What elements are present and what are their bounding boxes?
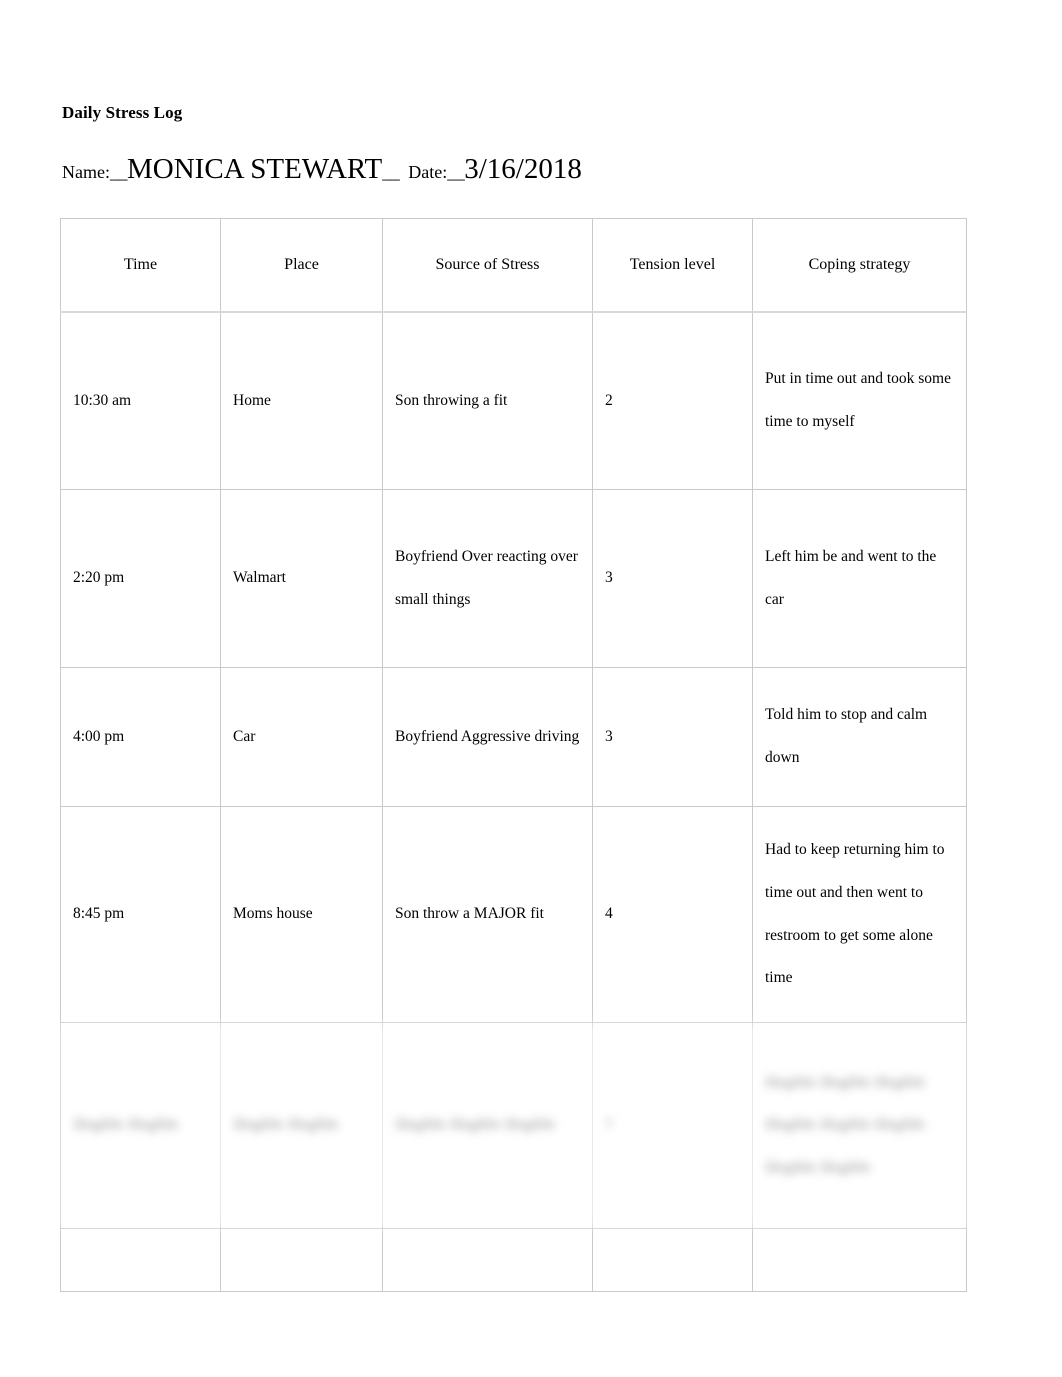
cell-tension[interactable]: 4 bbox=[592, 806, 753, 1023]
cell-coping[interactable]: Had to keep returning him to time out an… bbox=[752, 806, 967, 1023]
cell-tension[interactable] bbox=[592, 1228, 753, 1292]
cell-place[interactable]: Moms house bbox=[220, 806, 383, 1023]
column-header-place: Place bbox=[220, 218, 383, 313]
table-row[interactable]: 10:30 am Home Son throwing a fit 2 Put i… bbox=[60, 311, 967, 490]
cell-place[interactable]: illegible illegible bbox=[220, 1022, 383, 1229]
name-value[interactable]: MONICA STEWART bbox=[127, 155, 382, 184]
cell-coping[interactable]: illegible illegible illegible illegible … bbox=[752, 1022, 967, 1229]
name-date-field-row: Name: __ MONICA STEWART __ Date: __ 3/16/2018 bbox=[62, 155, 582, 184]
table-row[interactable]: 4:00 pm Car Boyfriend Aggressive driving… bbox=[60, 667, 967, 807]
table-row[interactable]: 8:45 pm Moms house Son throw a MAJOR fit… bbox=[60, 806, 967, 1023]
date-value[interactable]: 3/16/2018 bbox=[464, 155, 582, 184]
cell-coping[interactable]: Put in time out and took some time to my… bbox=[752, 311, 967, 490]
page-title: Daily Stress Log bbox=[62, 103, 183, 122]
column-header-time: Time bbox=[60, 218, 221, 313]
cell-time[interactable]: illegible illegible bbox=[60, 1022, 221, 1229]
column-header-source: Source of Stress bbox=[382, 218, 593, 313]
cell-place[interactable]: Car bbox=[220, 667, 383, 807]
cell-coping[interactable] bbox=[752, 1228, 967, 1292]
cell-tension[interactable]: 3 bbox=[592, 489, 753, 668]
daily-stress-log-table: Time Place Source of Stress Tension leve… bbox=[60, 218, 967, 1292]
column-header-tension: Tension level bbox=[592, 218, 753, 313]
cell-time[interactable]: 4:00 pm bbox=[60, 667, 221, 807]
cell-place[interactable]: Home bbox=[220, 311, 383, 490]
cell-source[interactable] bbox=[382, 1228, 593, 1292]
cell-time[interactable]: 8:45 pm bbox=[60, 806, 221, 1023]
cell-coping[interactable]: Told him to stop and calm down bbox=[752, 667, 967, 807]
name-rule-right: __ bbox=[382, 162, 400, 182]
cell-source[interactable]: Boyfriend Over reacting over small thing… bbox=[382, 489, 593, 668]
column-header-coping: Coping strategy bbox=[752, 218, 967, 313]
cell-place[interactable] bbox=[220, 1228, 383, 1292]
date-label: Date: bbox=[408, 162, 448, 182]
cell-source[interactable]: Son throwing a fit bbox=[382, 311, 593, 490]
cell-place[interactable]: Walmart bbox=[220, 489, 383, 668]
table-row-redacted[interactable]: illegible illegible illegible illegible … bbox=[60, 1022, 967, 1229]
cell-source[interactable]: Boyfriend Aggressive driving bbox=[382, 667, 593, 807]
table-header-row: Time Place Source of Stress Tension leve… bbox=[60, 218, 967, 313]
table-row-empty[interactable] bbox=[60, 1228, 967, 1292]
name-label: Name: bbox=[62, 162, 110, 182]
cell-source[interactable]: illegible illegible illegible bbox=[382, 1022, 593, 1229]
cell-coping[interactable]: Left him be and went to the car bbox=[752, 489, 967, 668]
cell-tension[interactable]: ? bbox=[592, 1022, 753, 1229]
cell-time[interactable]: 2:20 pm bbox=[60, 489, 221, 668]
cell-tension[interactable]: 2 bbox=[592, 311, 753, 490]
cell-tension[interactable]: 3 bbox=[592, 667, 753, 807]
table-body: 10:30 am Home Son throwing a fit 2 Put i… bbox=[60, 311, 967, 1292]
cell-time[interactable]: 10:30 am bbox=[60, 311, 221, 490]
document-page: Daily Stress Log Name: __ MONICA STEWART __… bbox=[0, 0, 1062, 1377]
table-row[interactable]: 2:20 pm Walmart Boyfriend Over reacting … bbox=[60, 489, 967, 668]
name-rule-left: __ bbox=[109, 162, 128, 182]
cell-source[interactable]: Son throw a MAJOR fit bbox=[382, 806, 593, 1023]
cell-time[interactable] bbox=[60, 1228, 221, 1292]
date-rule-left: __ bbox=[447, 162, 465, 182]
